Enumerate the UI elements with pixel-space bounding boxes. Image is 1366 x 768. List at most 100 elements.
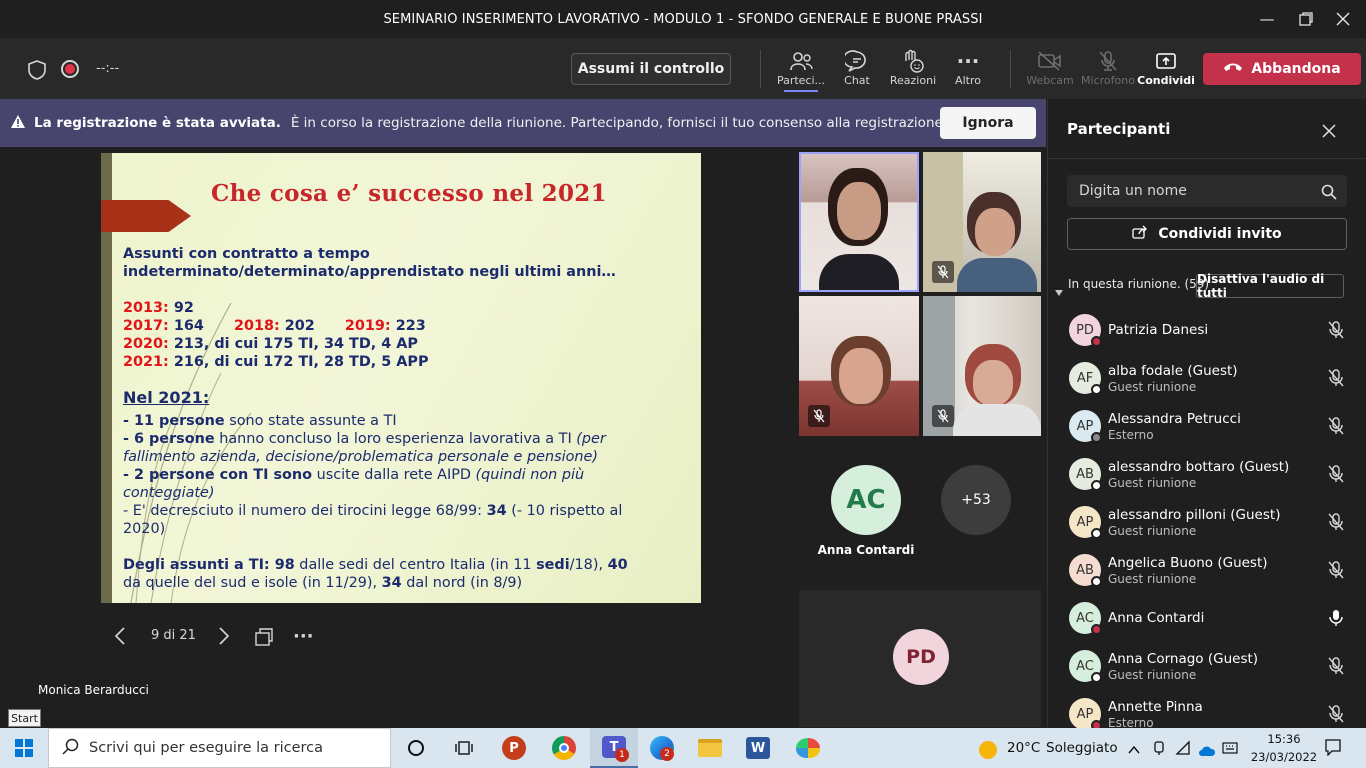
edge-badge: 2 [660, 747, 674, 761]
mic-off-icon[interactable] [1327, 464, 1345, 488]
divider [760, 50, 761, 88]
active-indicator [784, 90, 818, 92]
wifi-icon[interactable] [1175, 740, 1191, 760]
shield-icon[interactable] [27, 59, 47, 85]
presenter-name: Monica Berarducci [38, 683, 149, 697]
task-view-icon[interactable] [440, 728, 488, 768]
video-tile-speaker[interactable] [799, 152, 919, 292]
dismiss-banner-button[interactable]: Ignora [940, 107, 1036, 139]
leave-button[interactable]: Abbandona [1203, 53, 1361, 85]
participant-role: Esterno [1108, 428, 1154, 442]
close-window-icon[interactable] [1320, 0, 1366, 38]
share-label: Condividi [1137, 74, 1195, 87]
avatar-anna-contardi[interactable]: AC [831, 465, 901, 535]
more-participants-button[interactable]: +53 [941, 465, 1011, 535]
slide-bullet-3: - 2 persone con TI sono uscite dalla ret… [123, 467, 585, 483]
weather-sun-icon [979, 741, 997, 759]
slide-bullet-1: - 11 persone sono state assunte a TI [123, 413, 397, 429]
participant-role: Guest riunione [1108, 476, 1197, 490]
participant-name: alessandro bottaro (Guest) [1108, 459, 1290, 475]
meet-now-icon[interactable] [1152, 740, 1166, 760]
chevron-up-icon[interactable] [1128, 740, 1140, 759]
leave-label: Abbandona [1251, 61, 1341, 77]
mute-all-button[interactable]: Disattiva l'audio di tutti [1196, 272, 1344, 300]
powerpoint-icon[interactable]: P [490, 728, 538, 768]
participant-row[interactable]: AC Anna Cornago (Guest) Guest riunione [1047, 642, 1366, 690]
slide-bullet-4: - E' decresciuto il numero dei tirocini … [123, 503, 623, 519]
keyboard-icon[interactable] [1222, 740, 1238, 760]
participant-row[interactable]: PD Patrizia Danesi [1047, 306, 1366, 354]
participant-name: Alessandra Petrucci [1108, 411, 1241, 427]
clock-date: 23/03/2022 [1250, 750, 1318, 764]
paint-icon[interactable] [784, 728, 832, 768]
mic-off-icon[interactable] [1327, 320, 1345, 344]
participant-row[interactable]: AF alba fodale (Guest) Guest riunione [1047, 354, 1366, 402]
mic-off-icon[interactable] [1327, 368, 1345, 392]
participant-role: Guest riunione [1108, 524, 1197, 538]
notification-icon[interactable] [1324, 738, 1342, 760]
mic-off-icon[interactable] [1327, 704, 1345, 728]
slide-bullet-2-cont: fallimento azienda, decisione/problemati… [123, 449, 598, 465]
divider [1047, 158, 1366, 159]
video-tile-4[interactable] [923, 296, 1041, 436]
participant-search-input[interactable]: Digita un nome [1067, 175, 1347, 207]
participants-button[interactable]: Parteci... [776, 48, 826, 92]
participant-row[interactable]: AP alessandro pilloni (Guest) Guest riunio… [1047, 498, 1366, 546]
word-icon[interactable]: W [734, 728, 782, 768]
divider [1010, 50, 1011, 88]
teams-icon[interactable]: T 1 [590, 728, 638, 768]
slide-bullet-4-cont: 2020) [123, 521, 166, 537]
video-tile-3[interactable] [799, 296, 919, 436]
mic-off-icon[interactable] [1327, 416, 1345, 440]
mic-off-icon[interactable] [1327, 560, 1345, 584]
participant-name: Angelica Buono (Guest) [1108, 555, 1268, 571]
grid-view-icon[interactable] [254, 627, 274, 651]
next-slide-icon[interactable] [218, 626, 230, 650]
presence-dot [1091, 672, 1102, 683]
slide-more-options-icon[interactable]: ··· [293, 626, 314, 647]
presence-dot [1091, 576, 1102, 587]
share-invite-button[interactable]: Condividi invito [1067, 218, 1347, 250]
take-control-button[interactable]: Assumi il controllo [571, 53, 731, 85]
slide-summary-2: da quelle del sud e isole (in 11/29), 34… [123, 575, 523, 591]
shared-slide: Che cosa e’ successo nel 2021 Assunti co… [101, 153, 701, 603]
reactions-button[interactable]: Reazioni [886, 48, 940, 92]
participant-row[interactable]: AB alessandro bottaro (Guest) Guest riunio… [1047, 450, 1366, 498]
more-dots-icon: ··· [956, 49, 980, 73]
taskbar-search-input[interactable]: Scrivi qui per eseguire la ricerca [48, 728, 391, 768]
chat-button[interactable]: Chat [834, 48, 880, 92]
avatar-pd[interactable]: PD [893, 629, 949, 685]
webcam-button[interactable]: Webcam [1024, 48, 1076, 92]
clock-time: 15:36 [1267, 732, 1301, 746]
participant-row[interactable]: AC Anna Contardi [1047, 594, 1366, 642]
previous-slide-icon[interactable] [114, 626, 126, 650]
recording-banner: La registrazione è stata avviata. È in c… [0, 99, 1046, 147]
slide-row-2017-2019: 2017: 164 2018: 202 2019: 223 [123, 318, 426, 334]
mic-off-icon [932, 261, 954, 283]
slide-summary-1: Degli assunti a TI: 98 dalle sedi del ce… [123, 557, 628, 573]
participant-row[interactable]: AP Alessandra Petrucci Esterno [1047, 402, 1366, 450]
mic-on-icon[interactable] [1327, 608, 1345, 632]
onedrive-icon[interactable] [1198, 742, 1216, 761]
windows-start-icon[interactable] [0, 728, 48, 768]
participant-row[interactable]: AB Angelica Buono (Guest) Guest riunione [1047, 546, 1366, 594]
webcam-label: Webcam [1026, 74, 1074, 87]
file-explorer-icon[interactable] [686, 728, 734, 768]
more-label: Altro [955, 74, 981, 87]
collapse-chevron-icon[interactable] [1055, 281, 1063, 300]
close-panel-icon[interactable] [1322, 123, 1336, 142]
slide-title: Che cosa e’ successo nel 2021 [211, 180, 607, 207]
cortana-icon[interactable] [392, 728, 440, 768]
video-tile-2[interactable] [923, 152, 1041, 292]
mic-off-icon[interactable] [1327, 512, 1345, 536]
mic-off-icon[interactable] [1327, 656, 1345, 680]
slide-heading-2021: Nel 2021: [123, 388, 210, 407]
chrome-icon[interactable] [540, 728, 588, 768]
panel-title: Partecipanti [1067, 120, 1171, 138]
share-button[interactable]: Condividi [1137, 48, 1195, 92]
edge-icon[interactable]: 2 [638, 728, 686, 768]
participant-face [973, 360, 1013, 406]
more-button[interactable]: ··· Altro [946, 48, 990, 92]
microphone-button[interactable]: Microfono [1080, 48, 1136, 92]
participant-name: Patrizia Danesi [1108, 322, 1209, 338]
